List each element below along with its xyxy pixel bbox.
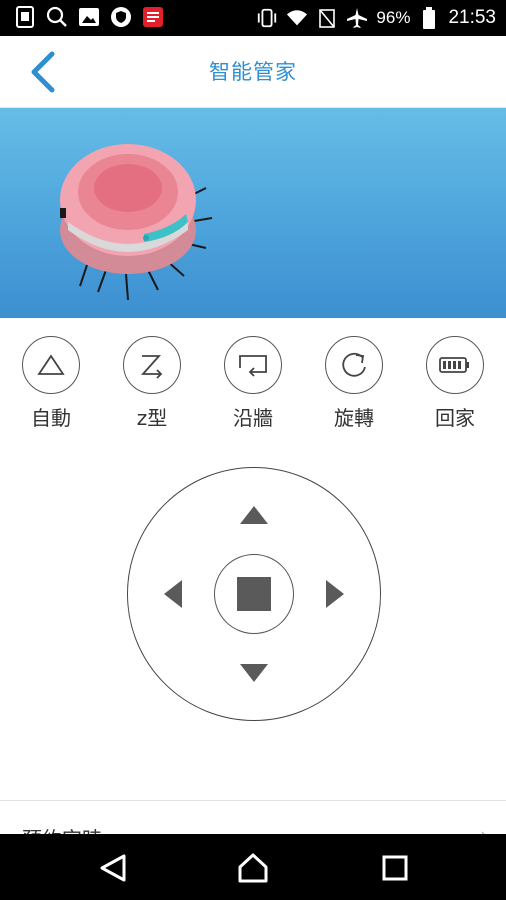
mode-label: 沿牆 xyxy=(233,406,273,430)
arrow-down-icon xyxy=(240,664,268,682)
wifi-icon xyxy=(286,7,308,29)
mode-selector: 自動 z型 沿牆 旋轉 回家 xyxy=(0,336,506,436)
mode-label: 旋轉 xyxy=(334,406,374,430)
mode-button-wall-follow[interactable]: 沿牆 xyxy=(218,336,288,436)
robot-banner xyxy=(0,108,506,318)
list-item-schedule[interactable]: 預約定時 › xyxy=(0,801,506,834)
system-nav-bar xyxy=(0,834,506,900)
turn-right-button[interactable] xyxy=(322,576,348,612)
mode-circle xyxy=(426,336,484,394)
mode-circle xyxy=(325,336,383,394)
nav-home-button[interactable] xyxy=(236,851,270,885)
mode-button-zigzag[interactable]: z型 xyxy=(117,336,187,436)
stop-button[interactable] xyxy=(214,554,294,634)
triangle-icon xyxy=(37,354,65,375)
battery-percent: 96% xyxy=(376,8,411,27)
recents-square-icon xyxy=(382,855,408,881)
no-signal-icon xyxy=(316,7,338,29)
image-icon xyxy=(78,6,100,28)
list-item-label: 預約定時 xyxy=(22,823,102,834)
mode-circle xyxy=(224,336,282,394)
rotate-icon xyxy=(342,352,366,377)
page-title: 智能管家 xyxy=(209,60,297,84)
mode-circle xyxy=(123,336,181,394)
app-bar: 智能管家 xyxy=(0,36,506,108)
move-forward-button[interactable] xyxy=(236,502,272,528)
move-backward-button[interactable] xyxy=(236,660,272,686)
nav-recents-button[interactable] xyxy=(378,851,412,885)
mode-label: 回家 xyxy=(435,406,475,430)
arrow-left-icon xyxy=(164,580,182,608)
home-icon xyxy=(238,853,268,883)
vibrate-icon xyxy=(256,7,278,29)
shield-icon xyxy=(110,6,132,28)
battery-icon xyxy=(439,357,469,373)
mode-button-home[interactable]: 回家 xyxy=(420,336,490,436)
back-triangle-icon xyxy=(100,854,126,882)
zigzag-icon xyxy=(140,355,163,379)
mode-label: z型 xyxy=(136,406,168,430)
turn-left-button[interactable] xyxy=(160,576,186,612)
battery-status-icon xyxy=(418,7,440,29)
direction-pad xyxy=(127,467,381,721)
mode-button-rotate[interactable]: 旋轉 xyxy=(319,336,389,436)
nav-back-button[interactable] xyxy=(96,851,130,885)
app-notification-icon xyxy=(142,6,164,28)
wall-follow-icon xyxy=(239,355,267,377)
robot-vacuum-image xyxy=(60,144,213,300)
sim-icon xyxy=(14,6,36,28)
mode-circle xyxy=(22,336,80,394)
chevron-right-icon: › xyxy=(480,823,488,834)
airplane-icon xyxy=(346,7,368,29)
search-icon xyxy=(46,6,68,28)
status-bar: 96% 21:53 xyxy=(0,0,506,36)
stop-icon xyxy=(237,577,271,611)
mode-label: 自動 xyxy=(31,406,71,430)
arrow-up-icon xyxy=(240,506,268,524)
mode-button-auto[interactable]: 自動 xyxy=(16,336,86,436)
arrow-right-icon xyxy=(326,580,344,608)
status-bar-right: 96% 21:53 xyxy=(256,4,496,32)
status-bar-left-icons xyxy=(14,6,164,28)
clock: 21:53 xyxy=(448,7,496,28)
